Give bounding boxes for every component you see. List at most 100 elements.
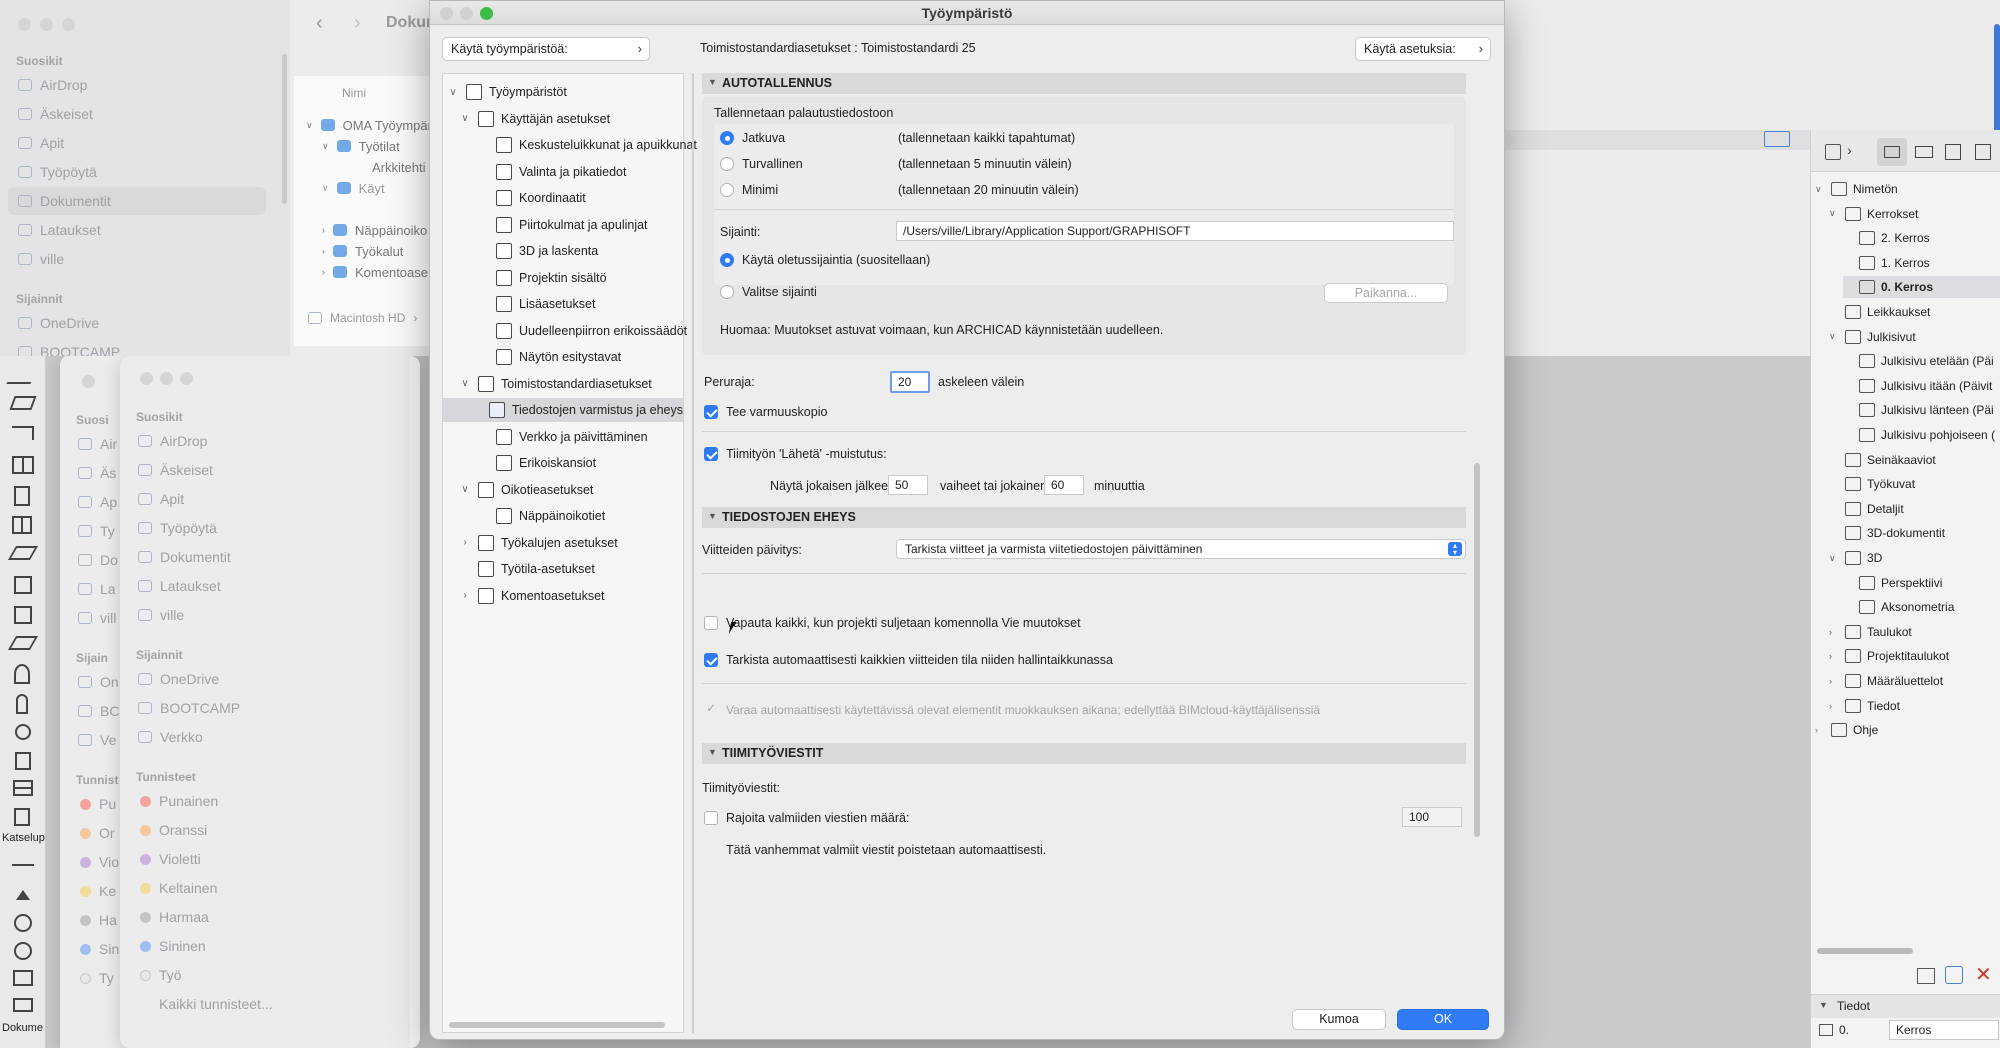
tree-item[interactable]: Koordinaatit [477,186,586,210]
reminder-steps-input[interactable]: 50 [888,475,928,495]
navigator-item[interactable]: Perspektiivi [1843,572,1942,594]
chevron-down-icon[interactable]: ▼ [1819,1000,1828,1010]
disclosure-chevron-icon[interactable]: › [1829,676,1839,686]
navigator-item[interactable]: › Määräluettelot [1829,670,1943,692]
sidebar-item[interactable]: Äskeiset [138,459,213,481]
panel-v-scrollbar[interactable] [1474,463,1480,837]
tag-item[interactable]: Sin [80,938,119,960]
backup-checkbox[interactable] [704,405,718,419]
file-row[interactable]: ∨ OMA Työympär [306,114,432,136]
auto-check-checkbox[interactable] [704,653,718,667]
disclosure-chevron-icon[interactable]: › [1829,627,1839,637]
camera-tool-icon[interactable] [13,998,33,1012]
navigator-item[interactable]: Julkisivu länteen (Päi [1843,399,1994,421]
teamwork-send-checkbox[interactable] [704,447,718,461]
window-close-light[interactable] [18,18,31,31]
disclosure-chevron-icon[interactable]: ∨ [1829,553,1839,564]
navigator-item[interactable]: Leikkaukset [1829,301,1930,323]
tag-item[interactable]: Violetti [140,848,201,870]
apply-settings-button[interactable]: Käytä asetuksia: › [1355,37,1491,61]
location-path-field[interactable]: /Users/ville/Library/Application Support… [896,221,1454,241]
new-view-icon[interactable] [1917,968,1935,984]
navigator-item[interactable]: › Projektitaulukot [1829,645,1949,667]
sidebar-item[interactable]: Verkko [138,726,203,748]
sidebar-item[interactable]: Air [78,433,117,455]
chevron-right-icon[interactable]: › [1847,142,1852,158]
cancel-button[interactable]: Kumoa [1292,1009,1386,1030]
navigator-item[interactable]: Detaljit [1829,498,1904,520]
slab-tool-icon[interactable] [9,396,37,410]
navigator-item[interactable]: › Taulukot [1829,621,1912,643]
sidebar-item[interactable]: La [78,578,116,600]
sidebar-item[interactable]: Äs [78,462,116,484]
navigator-h-scrollbar[interactable] [1817,948,1913,954]
tree-item[interactable]: Näppäinoikotiet [477,504,605,528]
panel-divider[interactable] [692,73,694,1033]
radio-minimum[interactable] [720,183,734,197]
tag-item[interactable]: Kaikki tunnisteet... [140,993,273,1015]
tree-item[interactable]: Valinta ja pikatiedot [477,160,626,184]
radio-continuous[interactable] [720,131,734,145]
radio-safe[interactable] [720,157,734,171]
figure-tool-icon[interactable] [16,694,28,714]
sidebar-item[interactable]: BC [78,700,119,722]
tree-item[interactable]: › Työkalujen asetukset [459,531,618,555]
window-close-light[interactable] [82,375,95,388]
tree-item[interactable]: Piirtokulmat ja apulinjat [477,213,648,237]
zone-tool-icon[interactable] [14,606,32,624]
file-row[interactable]: › Komentoase [322,261,428,283]
file-row[interactable]: ∨ Käyt [322,177,385,199]
sidebar-item[interactable]: BOOTCAMP [138,697,240,719]
sidebar-item-onedrive[interactable]: OneDrive [18,312,99,334]
beam-tool-icon[interactable] [14,808,30,826]
sidebar-item-apps[interactable]: Apit [18,132,64,154]
navigator-item[interactable]: Julkisivu itään (Päivit [1843,375,1992,397]
crosshair-tool-icon[interactable] [14,914,32,932]
tree-item[interactable]: ∨ Käyttäjän asetukset [459,107,610,131]
grid-tool-icon[interactable] [13,780,33,796]
view-map-icon[interactable] [1915,146,1933,158]
sidebar-item[interactable]: Apit [138,488,184,510]
forward-arrow-icon[interactable]: › [354,12,361,35]
navigator-item[interactable]: 3D-dokumentit [1829,522,1945,544]
sidebar-item-desktop[interactable]: Työpöytä [18,161,97,183]
navigator-item[interactable]: › Ohje [1815,719,1878,741]
sidebar-item[interactable]: ville [138,604,184,626]
roof-tool-icon[interactable] [7,546,39,560]
view-icon[interactable] [1764,131,1790,147]
navigator-item[interactable]: Julkisivu etelään (Päi [1843,350,1994,372]
stair-tool-icon[interactable] [12,426,34,440]
navigator-item[interactable]: Aksonometria [1843,596,1954,618]
sidebar-item-bootcamp[interactable]: BOOTCAMP [18,341,120,356]
tag-item[interactable]: Keltainen [140,877,217,899]
disclosure-chevron-icon[interactable]: ∨ [447,87,459,98]
tag-item[interactable]: Ke [80,880,116,902]
tree-item[interactable]: Työtila-asetukset [459,557,595,581]
ok-button[interactable]: OK [1397,1009,1489,1030]
tree-item[interactable]: 3D ja laskenta [477,239,598,263]
clone-view-icon[interactable] [1945,966,1963,984]
column-tool-icon[interactable] [15,752,31,770]
disclosure-chevron-icon[interactable]: ∨ [1829,208,1839,219]
back-arrow-icon[interactable]: ‹ [316,12,323,35]
tree-item[interactable]: Lisäasetukset [477,292,595,316]
undo-limit-input[interactable]: 20 [890,371,930,393]
tag-item[interactable]: Harmaa [140,906,209,928]
navigator-item[interactable]: ∨ Nimetön [1815,178,1898,200]
window-zoom-light[interactable] [62,18,75,31]
tree-item[interactable]: › Komentoasetukset [459,584,605,608]
tree-item[interactable]: ∨ Toimistostandardiasetukset [459,372,652,396]
globe-tool-icon[interactable] [14,942,32,960]
curtain-wall-tool-icon[interactable] [12,456,34,474]
reminder-minutes-input[interactable]: 60 [1044,475,1084,495]
navigator-item[interactable]: Julkisivu pohjoiseen ( [1843,424,1995,446]
disclosure-chevron-icon[interactable]: ∨ [1829,331,1839,342]
disclosure-chevron-icon[interactable]: › [1829,651,1839,661]
column-header-name[interactable]: Nimi [342,86,366,100]
sidebar-item[interactable]: Lataukset [138,575,221,597]
morph-tool-icon[interactable] [14,664,30,684]
tag-item[interactable]: Työ [140,964,182,986]
sidebar-item[interactable]: vill [78,607,116,629]
disclosure-chevron-icon[interactable]: ∨ [459,378,471,389]
sidebar-item[interactable]: On [78,671,119,693]
